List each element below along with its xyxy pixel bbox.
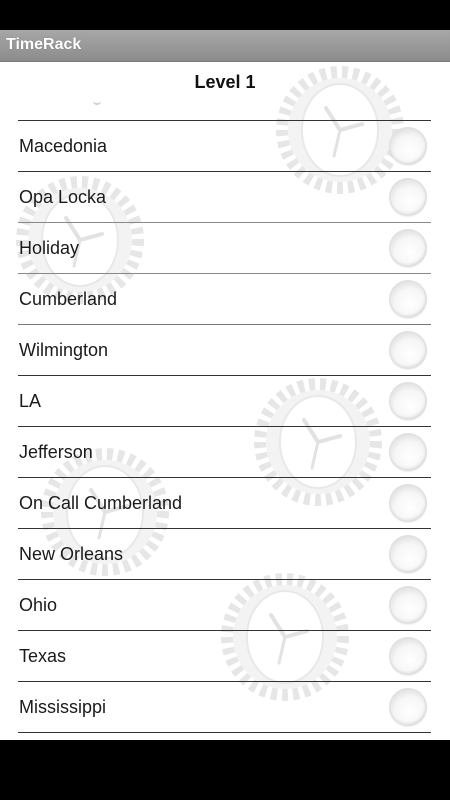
list-item-label: Mississippi bbox=[19, 697, 107, 717]
page-title: Level 1 bbox=[194, 72, 256, 92]
radio-button[interactable] bbox=[389, 229, 427, 267]
list-item-label: Ohio bbox=[19, 595, 58, 615]
list-item[interactable]: Cumberland bbox=[18, 274, 431, 325]
list-item[interactable]: Wilmington bbox=[18, 325, 431, 376]
list-item-label: New Orleans bbox=[19, 544, 124, 564]
list-item-label: Holiday bbox=[19, 238, 80, 258]
list-item-label: On Call Cumberland bbox=[19, 493, 183, 513]
list-item[interactable]: Opa Locka bbox=[18, 172, 431, 223]
title-bar: TimeRack bbox=[0, 30, 450, 62]
list-item[interactable]: LA bbox=[18, 376, 431, 427]
list-item[interactable]: Mississippi bbox=[18, 682, 431, 733]
list-item-label: Jefferson bbox=[19, 442, 93, 462]
list-item-label: Texas bbox=[19, 646, 67, 666]
status-bar bbox=[0, 0, 450, 30]
list-item[interactable]: Macedonia bbox=[18, 121, 431, 172]
radio-button[interactable] bbox=[389, 688, 427, 726]
radio-button[interactable] bbox=[389, 586, 427, 624]
list-item[interactable]: New Orleans bbox=[18, 529, 431, 580]
list-item[interactable]: On Call Cumberland bbox=[18, 478, 431, 529]
navigation-bar bbox=[0, 740, 450, 800]
list-item[interactable]: Texas bbox=[18, 631, 431, 682]
main-content[interactable]: Level 1 Macedonia Opa Locka Holiday Cumb… bbox=[0, 62, 450, 740]
list-item-label: Wilmington bbox=[19, 340, 109, 360]
radio-button[interactable] bbox=[389, 127, 427, 165]
location-list: Macedonia Opa Locka Holiday Cumberland W… bbox=[18, 120, 431, 733]
radio-button[interactable] bbox=[389, 178, 427, 216]
radio-button[interactable] bbox=[389, 331, 427, 369]
radio-button[interactable] bbox=[389, 280, 427, 318]
radio-button[interactable] bbox=[389, 382, 427, 420]
list-item[interactable]: Ohio bbox=[18, 580, 431, 631]
list-item-label: LA bbox=[19, 391, 42, 411]
radio-button[interactable] bbox=[389, 484, 427, 522]
list-item-label: Cumberland bbox=[19, 289, 118, 309]
radio-button[interactable] bbox=[389, 433, 427, 471]
radio-button[interactable] bbox=[389, 535, 427, 573]
list-item[interactable]: Holiday bbox=[18, 223, 431, 274]
list-item[interactable]: Jefferson bbox=[18, 427, 431, 478]
list-item-label: Opa Locka bbox=[19, 187, 107, 207]
list-item-label: Macedonia bbox=[19, 136, 108, 156]
app-title: TimeRack bbox=[6, 36, 82, 53]
radio-button[interactable] bbox=[389, 637, 427, 675]
